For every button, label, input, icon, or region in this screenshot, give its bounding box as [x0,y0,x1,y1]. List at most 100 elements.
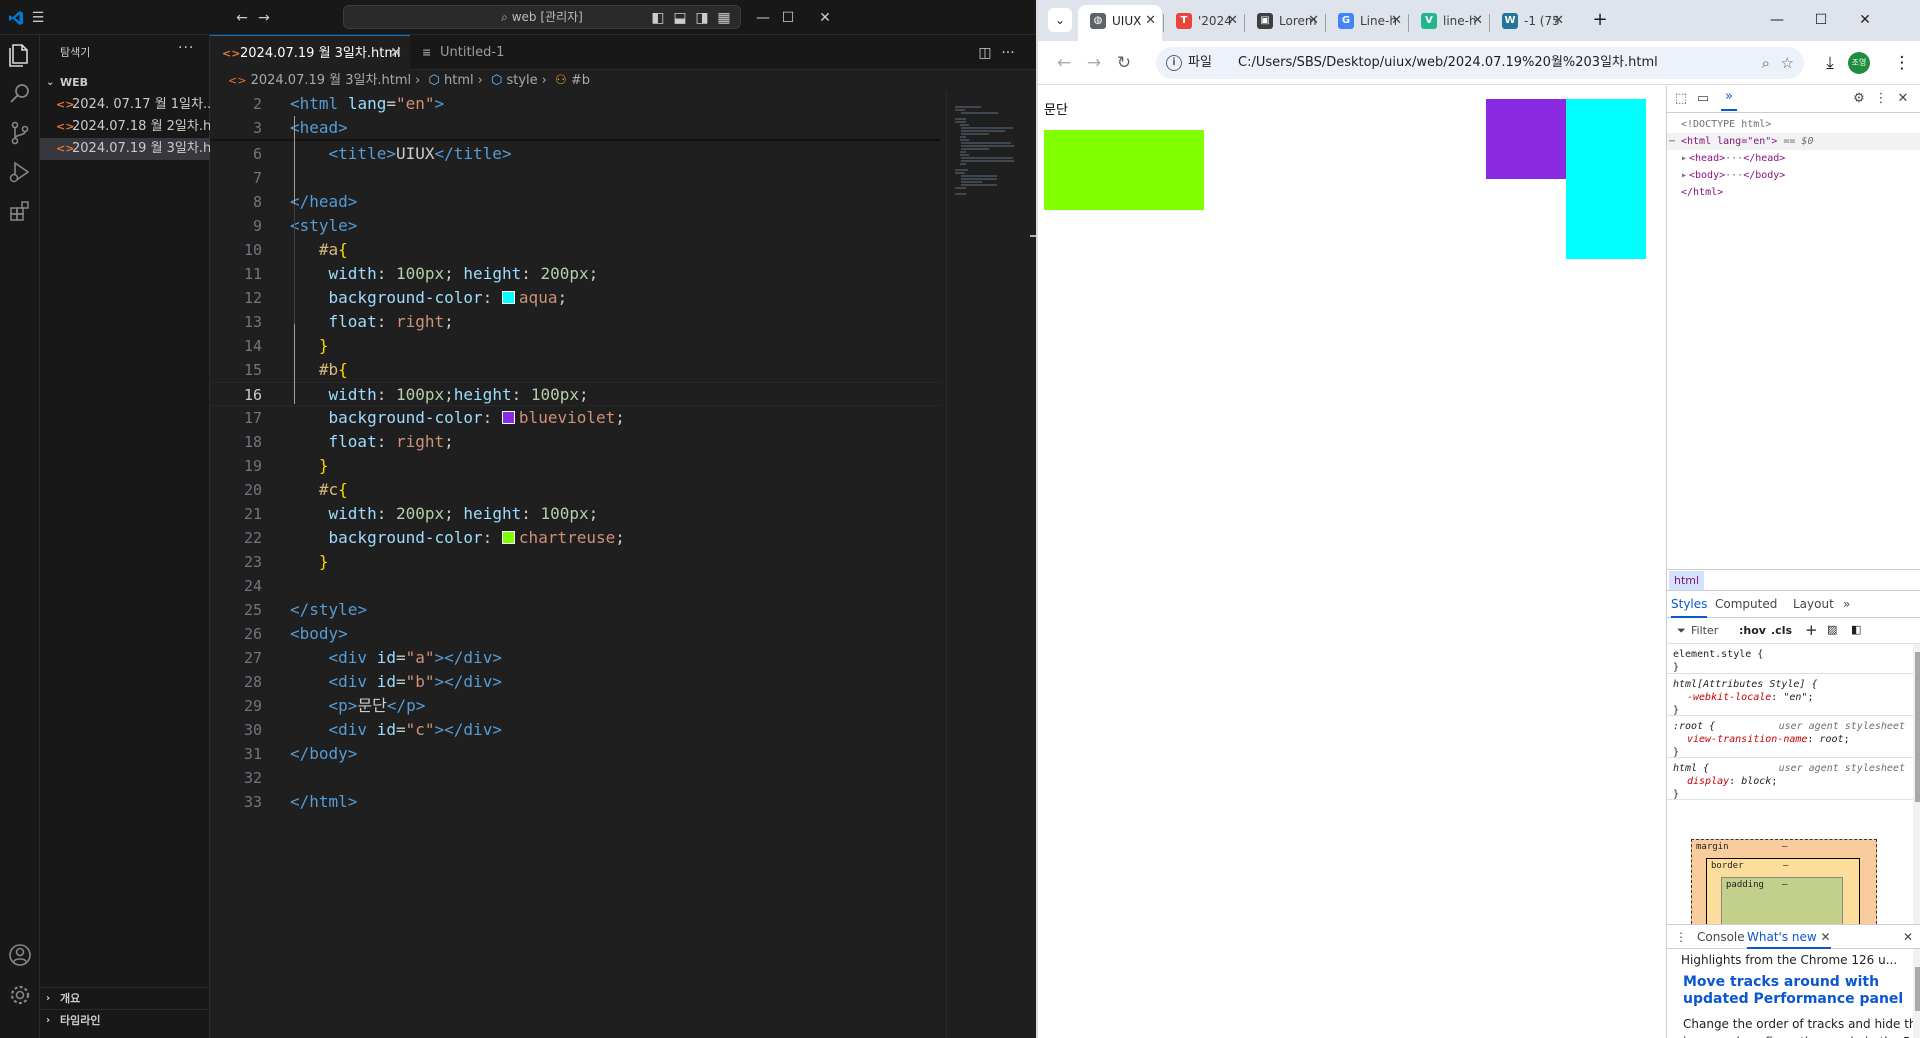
kebab-menu-icon[interactable]: ⋮ [1675,925,1687,949]
toggle-secondary-sidebar-icon[interactable]: ◨ [692,8,712,28]
code-line[interactable]: 31 </body> [210,742,940,766]
timeline-section-header[interactable]: › 타임라인 [40,1009,210,1031]
sidebar-toggle-icon[interactable]: ◧ [1851,623,1861,636]
menu-icon[interactable]: ☰ [28,8,48,28]
minimap[interactable] [946,92,1036,1038]
search-activity-icon[interactable] [4,78,36,110]
browser-tab[interactable]: W -1 (75 ✕ [1490,5,1570,41]
code-line[interactable]: 8 </head> [210,190,940,214]
close-icon[interactable]: ✕ [1145,5,1156,37]
maximize-icon[interactable]: ☐ [778,8,798,28]
reload-icon[interactable]: ↻ [1112,51,1136,75]
more-actions-icon[interactable]: ··· [178,40,194,56]
code-line[interactable]: 26 <body> [210,622,940,646]
gear-icon[interactable] [4,979,36,1011]
maximize-icon[interactable]: ☐ [1806,6,1836,34]
code-line[interactable]: 32 [210,766,940,790]
minimize-icon[interactable]: — [753,8,773,28]
code-line[interactable]: 24 [210,574,940,598]
code-line[interactable]: 7 [210,166,940,190]
nav-back-icon[interactable]: ← [232,8,252,28]
code-line[interactable]: 27 <div id="a"></div> [210,646,940,670]
head-node[interactable]: ▸ <head>···</head> [1667,150,1920,167]
breadcrumb-html[interactable]: html [444,73,474,88]
html-close-node[interactable]: </html> [1667,184,1920,201]
drawer-scrollbar[interactable] [1913,949,1920,1038]
filter-input[interactable]: Filter [1691,624,1718,637]
crumb-html[interactable]: html [1669,571,1705,590]
browser-tab[interactable]: T '2024 ✕ [1164,5,1244,41]
code-line[interactable]: 21 width: 200px; height: 100px; [210,502,940,526]
new-tab-icon[interactable]: + [1588,8,1612,32]
code-line[interactable]: 33 </html> [210,790,940,814]
toggle-primary-sidebar-icon[interactable]: ◧ [648,8,668,28]
code-line[interactable]: 30 <div id="c"></div> [210,718,940,742]
code-editor[interactable]: 2 <html lang="en"> 3 <head> 6 <title>UIUX</t… [210,92,940,1038]
explorer-icon[interactable] [4,39,36,71]
cls-toggle[interactable]: .cls [1771,624,1792,637]
code-line[interactable]: 18 float: right; [210,430,940,454]
code-line[interactable]: 16 width: 100px;height: 100px; [210,382,940,406]
file-item[interactable]: <> 2024.07.19 월 3일차.h... [40,138,210,160]
tab-console[interactable]: Console [1697,925,1745,949]
style-rule[interactable]: html[Attributes Style] { -webkit-locale:… [1667,674,1913,716]
tab-whats-new[interactable]: What's new ✕ [1747,925,1831,949]
tab-layout[interactable]: Layout [1793,591,1834,618]
toggle-panel-icon[interactable]: ⬓ [670,8,690,28]
close-icon[interactable]: ✕ [1821,930,1831,944]
code-line[interactable]: 9 <style> [210,214,940,238]
code-line[interactable]: 13 float: right; [210,310,940,334]
info-icon[interactable]: i [1166,55,1182,71]
zoom-icon[interactable]: ⌕ [1762,47,1770,79]
triangle-right-icon[interactable]: ▸ [1681,150,1687,167]
close-icon[interactable]: ✕ [1472,5,1483,37]
close-icon[interactable]: ✕ [1227,5,1238,37]
forward-arrow-icon[interactable]: → [1082,51,1106,75]
body-node[interactable]: ▸ <body>···</body> [1667,167,1920,184]
file-item[interactable]: <> 2024. 07.17 월 1일차.... [40,94,210,116]
code-line[interactable]: 3 <head> [210,116,940,140]
inspect-element-icon[interactable]: ⬚ [1673,91,1689,107]
style-rule[interactable]: element.style { } [1667,644,1913,674]
more-tabs-icon[interactable]: » [1843,591,1850,618]
add-rule-icon[interactable]: + [1805,621,1818,639]
browser-tab[interactable]: Vline-h ✕ [1409,5,1489,41]
address-bar[interactable]: i 파일 C:/Users/SBS/Desktop/uiux/web/2024.… [1156,47,1804,79]
workspace-section-header[interactable]: ⌄ WEB [40,72,210,94]
code-line[interactable]: 12 background-color: aqua; [210,286,940,310]
code-line[interactable]: 28 <div id="b"></div> [210,670,940,694]
customize-layout-icon[interactable]: ▦ [714,8,734,28]
browser-tab[interactable]: G Line-h ✕ [1326,5,1408,41]
tab-untitled[interactable]: ≡ Untitled-1 [410,35,520,70]
browser-tab[interactable]: ◍ UIUX ✕ [1078,5,1162,41]
back-arrow-icon[interactable]: ← [1052,51,1076,75]
outline-section-header[interactable]: › 개요 [40,987,210,1009]
breadcrumb-file[interactable]: 2024.07.19 월 3일차.html [251,73,412,88]
breadcrumb-selector[interactable]: #b [571,73,590,88]
paint-icon[interactable]: ▨ [1827,623,1837,636]
more-actions-icon[interactable]: ··· [998,43,1018,63]
whats-new-title[interactable]: Move tracks around with updated Performa… [1683,974,1913,1010]
run-debug-icon[interactable] [4,156,36,188]
breadcrumb-style[interactable]: style [506,73,537,88]
tab-search-icon[interactable]: ⌄ [1048,8,1072,32]
star-icon[interactable]: ☆ [1781,47,1794,79]
close-icon[interactable]: ✕ [1308,5,1319,37]
code-line[interactable]: 29 <p>문단</p> [210,694,940,718]
nav-forward-icon[interactable]: → [254,8,274,28]
style-rule[interactable]: :root { user agent stylesheet view-trans… [1667,716,1913,758]
code-line[interactable]: 20 #c{ [210,478,940,502]
file-item[interactable]: <> 2024.07.18 월 2일차.h... [40,116,210,138]
extensions-icon[interactable] [4,195,36,227]
close-icon[interactable]: ✕ [1850,6,1880,34]
more-tabs-icon[interactable]: » [1721,89,1737,111]
split-editor-icon[interactable]: ◫ [975,43,995,63]
gear-icon[interactable]: ⚙ [1851,91,1867,107]
code-line[interactable]: 10 #a{ [210,238,940,262]
hov-toggle[interactable]: :hov [1739,624,1766,637]
style-rule[interactable]: html { user agent stylesheet display: bl… [1667,758,1913,800]
close-drawer-icon[interactable]: ✕ [1903,925,1913,949]
html-node[interactable]: ⋯ <html lang="en"> == $0 [1667,133,1920,150]
kebab-menu-icon[interactable]: ⋮ [1890,51,1914,75]
tab-styles[interactable]: Styles [1671,591,1708,618]
